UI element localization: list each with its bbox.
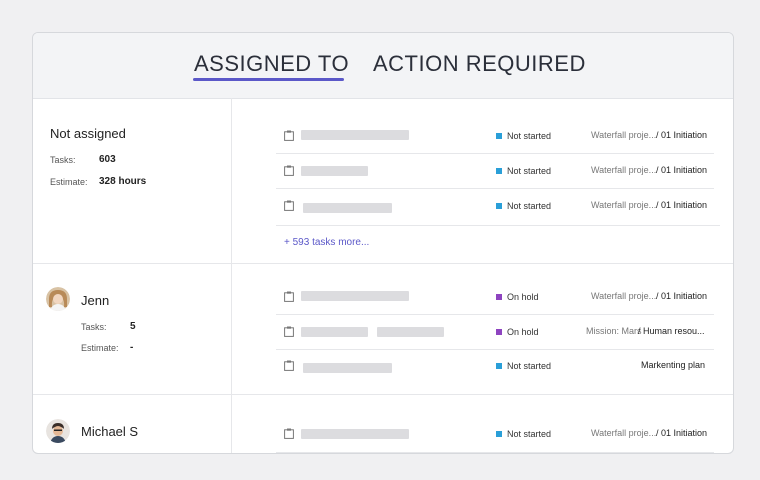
row-divider: [276, 153, 714, 154]
tabs-header: ASSIGNED TO ACTION REQUIRED: [33, 33, 733, 99]
task-title-placeholder[interactable]: [301, 429, 409, 439]
more-tasks-link[interactable]: + 593 tasks more...: [284, 237, 369, 248]
task-title-placeholder[interactable]: [301, 166, 368, 176]
project-phase[interactable]: / Human resou...: [638, 326, 705, 336]
status-label: On hold: [507, 327, 539, 337]
clipboard-icon: [284, 200, 294, 211]
project-phase[interactable]: Markenting plan: [641, 360, 705, 370]
tab-action-required[interactable]: ACTION REQUIRED: [373, 51, 586, 77]
status-dot: [496, 294, 502, 300]
project-name[interactable]: Waterfall proje...: [591, 130, 656, 140]
person-name-jenn: Jenn: [81, 293, 110, 308]
status-dot: [496, 168, 502, 174]
tasks-count: 5: [130, 321, 136, 332]
task-title-placeholder[interactable]: [303, 203, 392, 213]
project-name[interactable]: Waterfall proje...: [591, 428, 656, 438]
avatar-michael: [46, 419, 70, 443]
status-label: Not started: [507, 131, 552, 141]
project-phase[interactable]: / 01 Initiation: [656, 200, 707, 210]
estimate-value: -: [130, 342, 134, 353]
task-title-placeholder[interactable]: [301, 130, 409, 140]
project-phase[interactable]: / 01 Initiation: [656, 428, 707, 438]
status-label: On hold: [507, 292, 539, 302]
clipboard-icon: [284, 130, 294, 141]
project-name[interactable]: Waterfall proje...: [591, 165, 656, 175]
project-phase[interactable]: / 01 Initiation: [656, 291, 707, 301]
active-tab-indicator: [193, 78, 344, 81]
tasks-card: ASSIGNED TO ACTION REQUIRED Not assigned…: [32, 32, 734, 454]
estimate-label: Estimate:: [50, 177, 88, 187]
clipboard-icon: [284, 291, 294, 302]
clipboard-icon: [284, 360, 294, 371]
clipboard-icon: [284, 428, 294, 439]
estimate-value: 328 hours: [99, 176, 147, 187]
status-label: Not started: [507, 429, 552, 439]
estimate-label: Estimate:: [81, 343, 119, 353]
status-label: Not started: [507, 201, 552, 211]
status-dot: [496, 431, 502, 437]
tasks-count: 603: [99, 154, 116, 165]
group-name-not-assigned: Not assigned: [50, 126, 126, 141]
project-name[interactable]: Waterfall proje...: [591, 291, 656, 301]
task-title-placeholder[interactable]: [377, 327, 444, 337]
project-name[interactable]: Mission: Mars: [586, 326, 642, 336]
task-title-placeholder[interactable]: [301, 291, 409, 301]
column-divider: [231, 98, 232, 453]
group-divider: [33, 263, 733, 264]
project-phase[interactable]: / 01 Initiation: [656, 130, 707, 140]
status-dot: [496, 363, 502, 369]
avatar-jenn: [46, 287, 70, 311]
row-divider: [276, 452, 714, 453]
project-name[interactable]: Waterfall proje...: [591, 200, 656, 210]
task-title-placeholder[interactable]: [303, 363, 392, 373]
tasks-label: Tasks:: [81, 322, 107, 332]
status-dot: [496, 133, 502, 139]
avatar: [46, 419, 70, 443]
row-divider: [276, 188, 714, 189]
status-dot: [496, 329, 502, 335]
tasks-label: Tasks:: [50, 155, 76, 165]
avatar: [46, 287, 70, 311]
person-name-michael: Michael S: [81, 424, 139, 439]
clipboard-icon: [284, 326, 294, 337]
task-title-placeholder[interactable]: [301, 327, 368, 337]
row-divider: [276, 314, 714, 315]
row-divider: [276, 225, 720, 226]
tab-assigned-to[interactable]: ASSIGNED TO: [194, 51, 349, 77]
status-dot: [496, 203, 502, 209]
project-phase[interactable]: / 01 Initiation: [656, 165, 707, 175]
status-label: Not started: [507, 166, 552, 176]
status-label: Not started: [507, 361, 552, 371]
clipboard-icon: [284, 165, 294, 176]
row-divider: [276, 349, 714, 350]
group-divider: [33, 394, 733, 395]
